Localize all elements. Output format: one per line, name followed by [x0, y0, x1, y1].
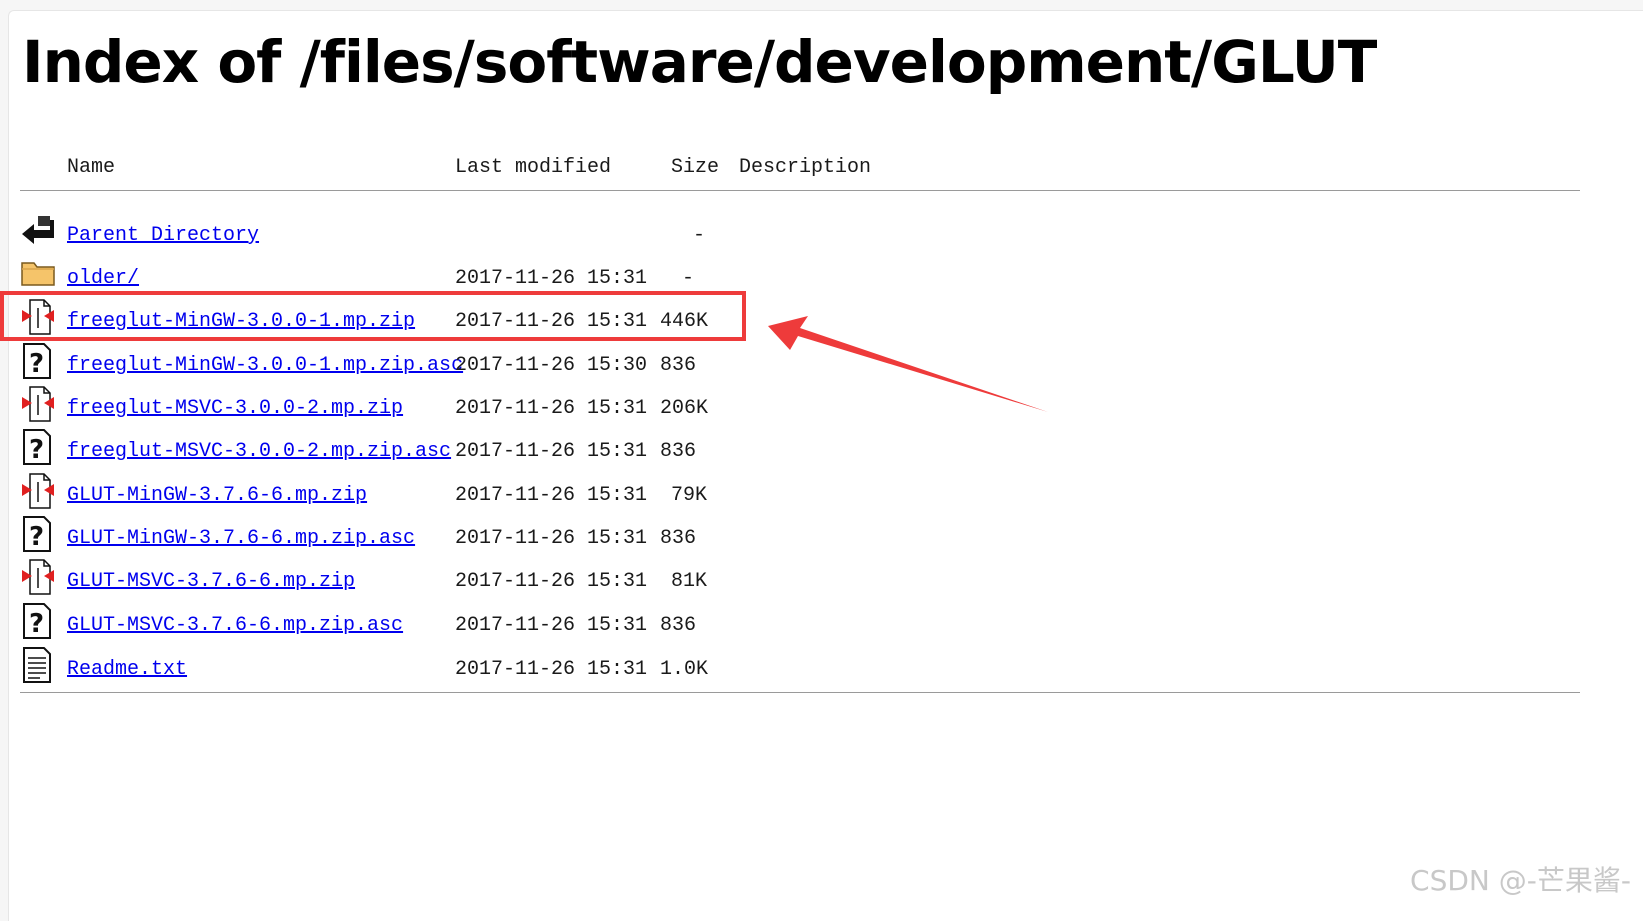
- modified-date: 2017-11-26 15:31: [455, 440, 648, 463]
- table-row: ? GLUT-MinGW-3.7.6-6.mp.zip.asc 2017-11-…: [0, 515, 1000, 555]
- modified-date: 2017-11-26 15:31: [455, 527, 648, 550]
- table-row: ? freeglut-MSVC-3.0.0-2.mp.zip.asc 2017-…: [0, 428, 1000, 468]
- table-row: older/ 2017-11-26 15:31 -: [0, 255, 1000, 295]
- file-link[interactable]: freeglut-MinGW-3.0.0-1.mp.zip.asc: [67, 354, 463, 377]
- unknown-file-icon: ?: [20, 428, 56, 468]
- column-header-size[interactable]: Size: [671, 156, 719, 179]
- modified-date: 2017-11-26 15:31: [455, 267, 648, 290]
- modified-date: 2017-11-26 15:31: [455, 397, 648, 420]
- file-size: 836: [660, 614, 697, 637]
- file-size: 836: [660, 440, 697, 463]
- table-row: GLUT-MinGW-3.7.6-6.mp.zip 2017-11-26 15:…: [0, 472, 1000, 512]
- archive-icon: [20, 385, 56, 425]
- parent-directory-link[interactable]: Parent Directory: [67, 224, 259, 247]
- archive-icon: [20, 472, 56, 512]
- column-header-last-modified[interactable]: Last modified: [455, 156, 611, 179]
- file-link[interactable]: Readme.txt: [67, 658, 187, 681]
- file-size: 1.0K: [660, 658, 709, 681]
- table-row: GLUT-MSVC-3.7.6-6.mp.zip 2017-11-26 15:3…: [0, 558, 1000, 598]
- footer-divider: [20, 692, 1580, 693]
- file-size: 836: [660, 354, 697, 377]
- file-link[interactable]: freeglut-MSVC-3.0.0-2.mp.zip.asc: [67, 440, 451, 463]
- unknown-file-icon: ?: [20, 515, 56, 555]
- file-link[interactable]: freeglut-MSVC-3.0.0-2.mp.zip: [67, 397, 403, 420]
- archive-icon: [20, 558, 56, 598]
- file-size: 79K: [671, 484, 708, 507]
- table-row: ? GLUT-MSVC-3.7.6-6.mp.zip.asc 2017-11-2…: [0, 602, 1000, 642]
- unknown-file-icon: ?: [20, 602, 56, 642]
- modified-date: 2017-11-26 15:31: [455, 658, 648, 681]
- modified-date: 2017-11-26 15:30: [455, 354, 648, 377]
- file-link[interactable]: GLUT-MSVC-3.7.6-6.mp.zip: [67, 570, 355, 593]
- svg-text:?: ?: [29, 522, 44, 552]
- file-size: -: [693, 224, 706, 247]
- file-size: 836: [660, 527, 697, 550]
- file-size: 206K: [660, 397, 709, 420]
- folder-icon: [20, 255, 56, 295]
- unknown-file-icon: ?: [20, 342, 56, 382]
- folder-link[interactable]: older/: [67, 267, 139, 290]
- header-divider: [20, 190, 1580, 191]
- annotation-arrow-icon: [768, 316, 1048, 412]
- table-row: Parent Directory -: [0, 212, 1000, 252]
- column-header-description[interactable]: Description: [739, 156, 871, 179]
- watermark: CSDN @-芒果酱-: [1410, 864, 1631, 897]
- back-icon: [20, 212, 56, 252]
- modified-date: 2017-11-26 15:31: [455, 484, 648, 507]
- highlight-box: [0, 291, 746, 341]
- svg-text:?: ?: [29, 349, 44, 379]
- svg-text:?: ?: [29, 609, 44, 639]
- column-header-name[interactable]: Name: [67, 156, 115, 179]
- svg-text:?: ?: [29, 435, 44, 465]
- text-file-icon: [20, 646, 56, 686]
- file-size: 81K: [671, 570, 708, 593]
- file-link[interactable]: GLUT-MSVC-3.7.6-6.mp.zip.asc: [67, 614, 403, 637]
- file-size: -: [682, 267, 695, 290]
- table-row: Readme.txt 2017-11-26 15:31 1.0K: [0, 646, 1000, 686]
- modified-date: 2017-11-26 15:31: [455, 570, 648, 593]
- modified-date: 2017-11-26 15:31: [455, 614, 648, 637]
- page-title: Index of /files/software/development/GLU…: [22, 28, 1377, 96]
- file-link[interactable]: GLUT-MinGW-3.7.6-6.mp.zip.asc: [67, 527, 415, 550]
- file-link[interactable]: GLUT-MinGW-3.7.6-6.mp.zip: [67, 484, 367, 507]
